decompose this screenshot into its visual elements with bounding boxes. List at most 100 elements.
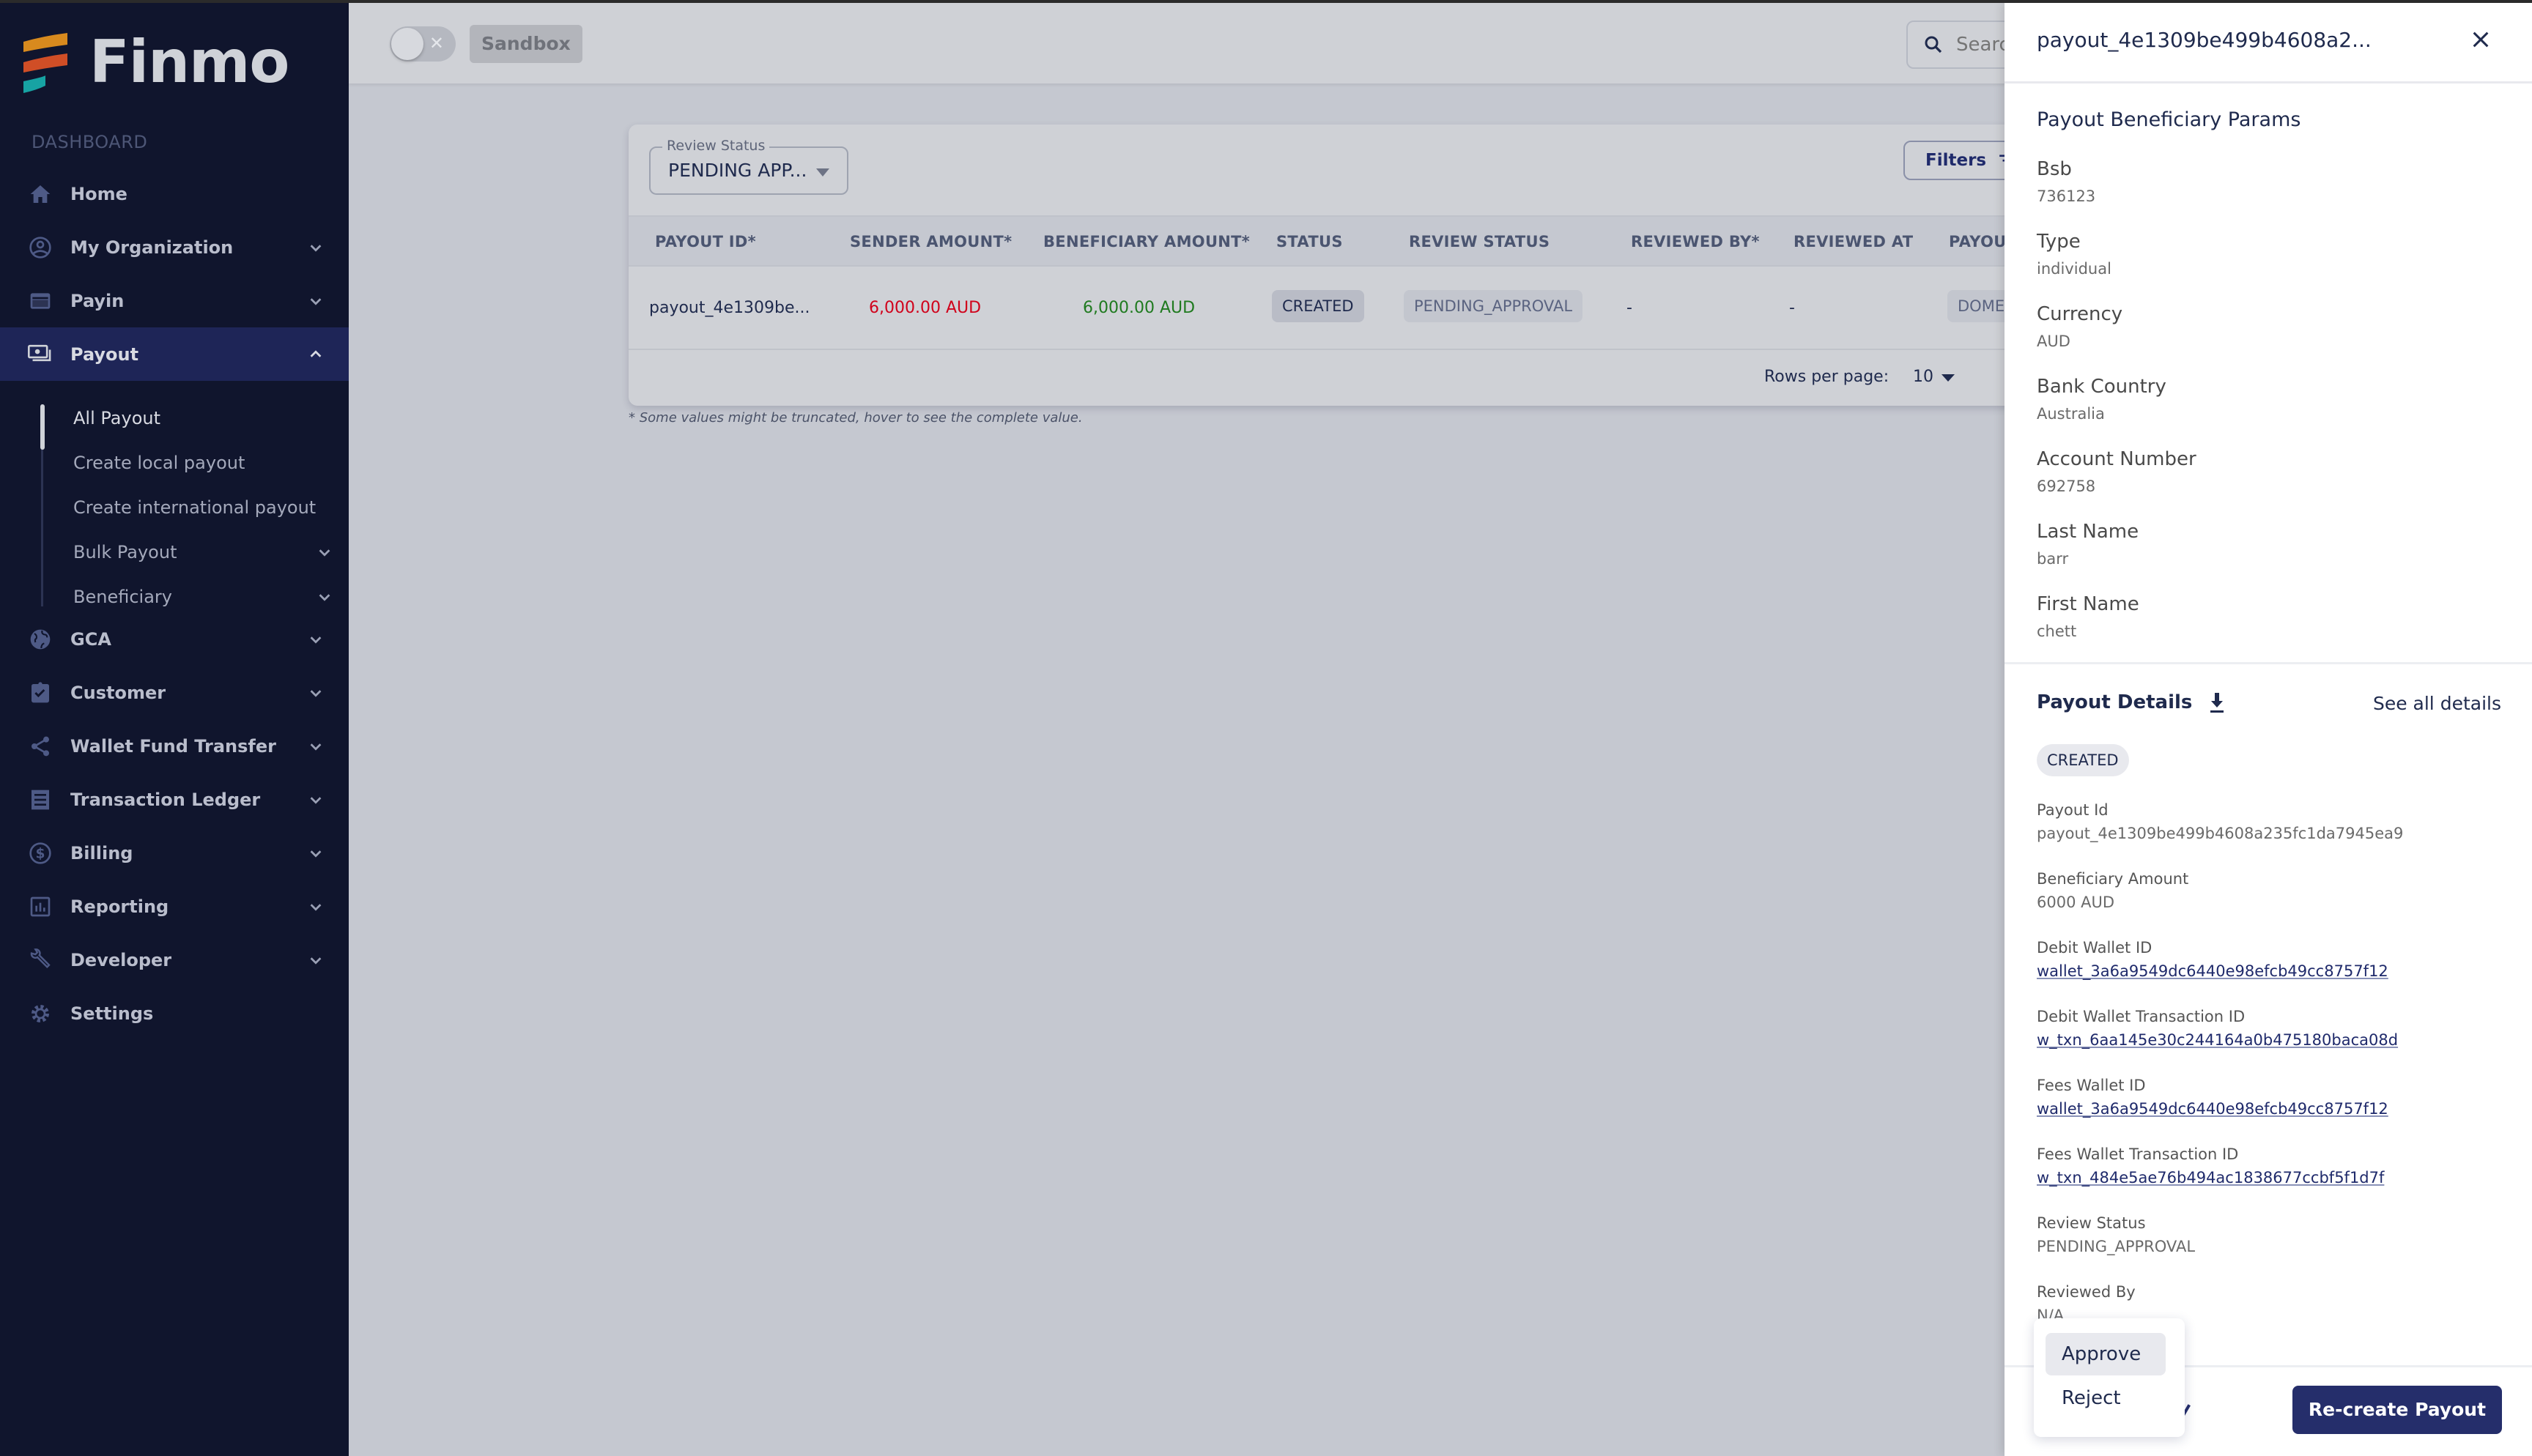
column-header-status[interactable]: STATUS	[1276, 233, 1343, 250]
detail-key: Reviewed By	[2037, 1283, 2136, 1301]
param-currency: Currency AUD	[2037, 303, 2122, 350]
menu-item-reject[interactable]: Reject	[2046, 1377, 2166, 1419]
column-header-reviewed-by[interactable]: REVIEWED BY*	[1631, 233, 1760, 250]
finmo-logo[interactable]: Finmo	[22, 28, 289, 96]
detail-fees-wallet-id: Fees Wallet ID wallet_3a6a9549dc6440e98ef…	[2037, 1077, 2388, 1118]
cell-sender-amount: 6,000.00 AUD	[869, 299, 982, 317]
detail-value: payout_4e1309be499b4608a235fc1da7945ea9	[2037, 825, 2404, 842]
credit-card-icon	[28, 289, 53, 313]
payout-details-title: Payout Details	[2037, 691, 2226, 713]
sandbox-toggle[interactable]: ✕	[390, 26, 456, 62]
column-header-payout-type[interactable]: PAYOU	[1949, 233, 2007, 250]
status-chip: CREATED	[1272, 290, 1364, 322]
beneficiary-params-title: Payout Beneficiary Params	[2037, 108, 2301, 131]
finmo-logo-icon	[23, 32, 67, 93]
submenu-label: Beneficiary	[73, 586, 172, 607]
debit-wallet-transaction-link[interactable]: w_txn_6aa145e30c244164a0b475180baca08d	[2037, 1031, 2398, 1049]
sidebar-item-label: Wallet Fund Transfer	[70, 735, 276, 757]
brand-name: Finmo	[89, 28, 289, 96]
window-top-border	[0, 0, 2532, 3]
param-value: 692758	[2037, 478, 2096, 495]
param-key: Account Number	[2037, 448, 2196, 470]
submenu-label: Create local payout	[73, 452, 245, 473]
debit-wallet-link[interactable]: wallet_3a6a9549dc6440e98efcb49cc8757f12	[2037, 962, 2388, 980]
param-key: Type	[2037, 231, 2081, 253]
chevron-down-icon	[310, 797, 322, 804]
chevron-down-icon	[319, 549, 330, 557]
column-header-sender-amount[interactable]: SENDER AMOUNT*	[850, 233, 1012, 250]
param-value: 736123	[2037, 187, 2096, 205]
sidebar-item-my-organization[interactable]: My Organization	[0, 220, 349, 274]
column-header-payout-id[interactable]: PAYOUT ID*	[655, 233, 756, 250]
sidebar: Finmo DASHBOARD Home My Organization Pay…	[0, 3, 349, 1456]
sidebar-item-label: Developer	[70, 949, 172, 970]
cell-reviewed-at: -	[1789, 299, 1795, 317]
review-status-label: Review Status	[662, 138, 770, 154]
payout-details-label: Payout Details	[2037, 691, 2193, 713]
svg-text:$: $	[36, 846, 45, 861]
table-row[interactable]: payout_4e1309be... 6,000.00 AUD 6,000.00…	[629, 267, 2021, 350]
fees-wallet-transaction-link[interactable]: w_txn_484e5ae76b494ac1838677ccbf5f1d7f	[2037, 1169, 2384, 1186]
sidebar-item-payin[interactable]: Payin	[0, 274, 349, 327]
chevron-down-icon	[319, 594, 330, 601]
cell-payout-id[interactable]: payout_4e1309be...	[649, 299, 810, 317]
download-icon[interactable]	[2208, 691, 2226, 713]
sidebar-item-label: GCA	[70, 628, 111, 650]
chevron-down-icon	[310, 850, 322, 858]
sidebar-item-wallet-fund-transfer[interactable]: Wallet Fund Transfer	[0, 719, 349, 773]
sidebar-item-settings[interactable]: Settings	[0, 987, 349, 1040]
gear-icon	[28, 1001, 53, 1026]
chevron-down-icon	[310, 636, 322, 644]
rows-per-page-label: Rows per page:	[1764, 368, 1889, 386]
submenu-item-bulk-payout[interactable]: Bulk Payout	[0, 530, 349, 574]
close-icon: ✕	[429, 33, 444, 53]
menu-item-approve[interactable]: Approve	[2046, 1333, 2166, 1375]
sidebar-item-home[interactable]: Home	[0, 167, 349, 220]
review-status-chip: PENDING_APPROVAL	[1404, 290, 1583, 322]
chevron-down-icon	[310, 904, 322, 911]
submenu-item-all-payout[interactable]: All Payout	[0, 395, 349, 440]
sidebar-item-reporting[interactable]: Reporting	[0, 880, 349, 933]
sidebar-item-developer[interactable]: Developer	[0, 933, 349, 987]
rows-per-page-select[interactable]: 10	[1913, 368, 1933, 386]
review-status-select[interactable]: Review Status PENDING APP...	[649, 138, 848, 195]
sidebar-item-payout[interactable]: Payout	[0, 327, 349, 381]
sidebar-item-transaction-ledger[interactable]: Transaction Ledger	[0, 773, 349, 826]
fees-wallet-link[interactable]: wallet_3a6a9549dc6440e98efcb49cc8757f12	[2037, 1100, 2388, 1118]
payments-icon	[28, 342, 53, 367]
detail-key: Review Status	[2037, 1214, 2146, 1232]
param-value: AUD	[2037, 333, 2070, 350]
sidebar-item-billing[interactable]: $ Billing	[0, 826, 349, 880]
param-bank-country: Bank Country Australia	[2037, 376, 2166, 423]
column-header-review-status[interactable]: REVIEW STATUS	[1409, 233, 1550, 250]
param-key: First Name	[2037, 593, 2139, 615]
share-icon	[28, 734, 53, 759]
drawer-title: payout_4e1309be499b4608a2...	[2037, 28, 2372, 52]
column-header-beneficiary-amount[interactable]: BENEFICIARY AMOUNT*	[1043, 233, 1250, 250]
detail-key: Debit Wallet Transaction ID	[2037, 1008, 2246, 1025]
param-value: barr	[2037, 550, 2069, 568]
sidebar-item-customer[interactable]: Customer	[0, 666, 349, 719]
filters-button[interactable]: Filters	[1903, 141, 2021, 180]
chevron-down-icon	[310, 690, 322, 697]
sidebar-item-label: Home	[70, 183, 127, 204]
close-drawer-button[interactable]	[2466, 25, 2495, 54]
submenu-item-create-international-payout[interactable]: Create international payout	[0, 485, 349, 530]
caret-down-icon[interactable]	[1941, 374, 1955, 382]
detail-key: Payout Id	[2037, 801, 2109, 819]
wrench-icon	[28, 948, 53, 973]
review-status-value: PENDING APP...	[668, 160, 807, 181]
recreate-payout-button[interactable]: Re-create Payout	[2292, 1386, 2502, 1434]
detail-debit-wallet-id: Debit Wallet ID wallet_3a6a9549dc6440e98e…	[2037, 939, 2388, 980]
sidebar-item-gca[interactable]: GCA	[0, 612, 349, 666]
submenu-item-create-local-payout[interactable]: Create local payout	[0, 440, 349, 485]
sidebar-item-label: Payin	[70, 290, 125, 311]
detail-key: Beneficiary Amount	[2037, 870, 2189, 888]
column-header-reviewed-at[interactable]: REVIEWED AT	[1793, 233, 1913, 250]
see-all-details-link[interactable]: See all details	[2373, 693, 2501, 714]
globe-icon	[28, 627, 53, 652]
sidebar-item-label: Billing	[70, 842, 133, 863]
close-icon	[2473, 31, 2489, 48]
section-divider	[2004, 662, 2532, 664]
param-first-name: First Name chett	[2037, 593, 2139, 640]
